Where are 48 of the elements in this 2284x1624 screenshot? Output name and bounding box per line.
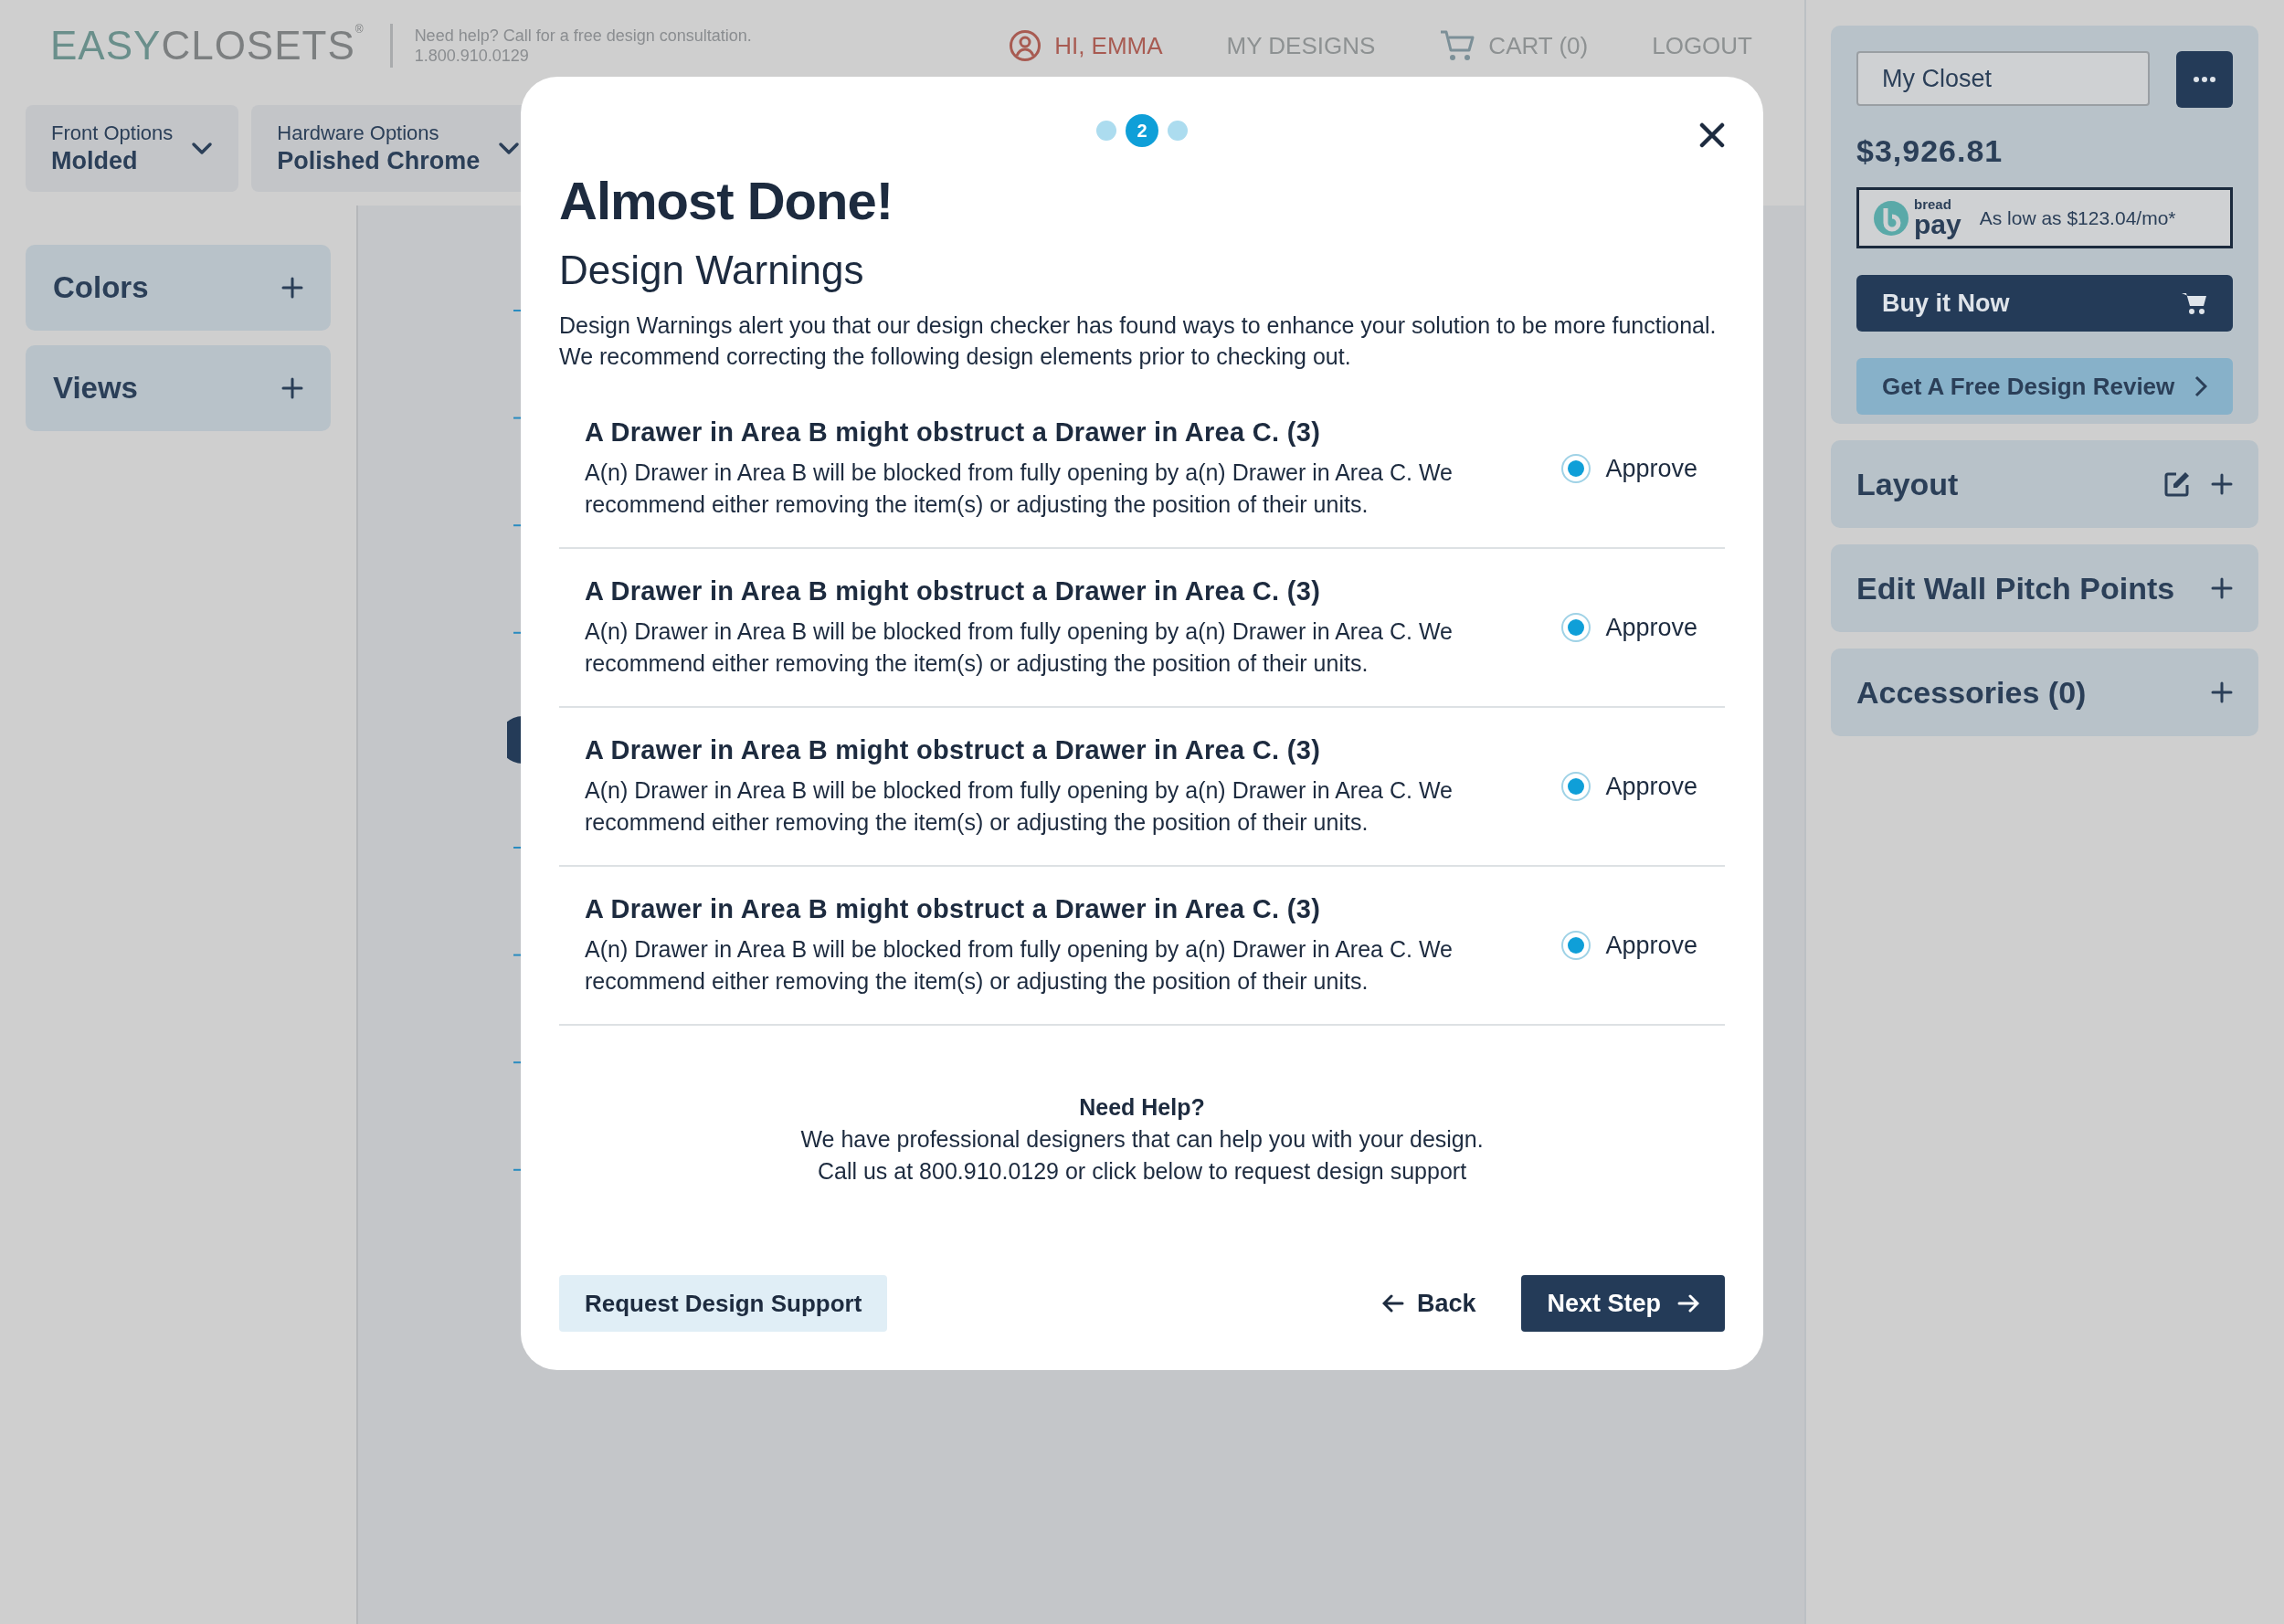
approve-radio[interactable]: Approve [1561,454,1697,483]
financing-text: As low as $123.04/mo* [1979,206,2176,229]
approve-radio[interactable]: Approve [1561,772,1697,801]
accordion-panel[interactable]: Colors [26,245,331,331]
buy-now-button[interactable]: Buy it Now [1856,275,2233,332]
back-button[interactable]: Back [1376,1288,1482,1319]
help-text: Need help? Call for a free design consultation. [414,26,752,46]
phone-number: 1.800.910.0129 [414,46,530,66]
step-indicator: 2 [1126,114,1158,147]
warning-title: A Drawer in Area B might obstruct a Drawer in Area C. (3) [585,575,1322,606]
design-name-field[interactable]: My Closet [1856,51,2150,106]
dropdown-label: Front Options [51,121,174,145]
section-heading: Design Warnings [559,248,865,293]
help-text: Call us at 800.910.0129 or click below to request design support [817,1157,1467,1186]
accordion-panel[interactable]: Layout [1831,440,2258,528]
panel-title: Layout [1856,466,1960,502]
warning-description: A(n) Drawer in Area B will be blocked from fully opening by a(n) Drawer in Area C. We recommend either removing the item(s) or adjusting the position of their units. [585,934,1454,996]
brand-text: bread [1914,197,1952,211]
dropdown-label: Hardware Options [277,121,440,145]
price: $3,926.81 [1856,133,2004,169]
approve-radio[interactable]: Approve [1561,931,1697,960]
warning-description: A(n) Drawer in Area B will be blocked from fully opening by a(n) Drawer in Area C. We recommend either removing the item(s) or adjusting the position of their units. [585,617,1454,678]
warning-description: A(n) Drawer in Area B will be blocked from fully opening by a(n) Drawer in Area C. We recommend either removing the item(s) or adjusting the position of their units. [585,775,1454,837]
intro-text: Design Warnings alert you that our design checker has found ways to enhance your solution to be more functional. We recommend correcting the following design elements prior to checking out. [559,311,1718,371]
design-review-button[interactable]: Get A Free Design Review [1856,358,2233,415]
option-dropdown[interactable]: Front Options Molded [26,105,239,192]
next-step-button[interactable]: Next Step [1521,1275,1725,1332]
help-title: Need Help? [1079,1093,1205,1122]
nav-link[interactable]: HI, EMMA [1009,29,1163,62]
financing-banner[interactable]: bread pay As low as $123.04/mo* [1856,187,2233,248]
warning-description: A(n) Drawer in Area B will be blocked from fully opening by a(n) Drawer in Area C. We recommend either removing the item(s) or adjusting the position of their units. [585,458,1454,519]
warning-title: A Drawer in Area B might obstruct a Drawer in Area C. (3) [585,734,1322,765]
approve-radio[interactable]: Approve [1561,613,1697,642]
panel-title: Accessories (0) [1856,674,2088,711]
dropdown-value: Polished Chrome [277,147,481,175]
panel-title: Edit Wall Pitch Points [1856,570,2176,606]
warning-title: A Drawer in Area B might obstruct a Drawer in Area C. (3) [585,893,1322,924]
brand-name: pay [1914,211,1961,238]
help-text: We have professional designers that can help you with your design. [800,1125,1484,1154]
warning-title: A Drawer in Area B might obstruct a Drawer in Area C. (3) [585,417,1322,448]
accordion-panel[interactable]: Edit Wall Pitch Points [1831,544,2258,632]
request-support-button[interactable]: Request Design Support [559,1275,888,1332]
dropdown-value: Molded [51,147,139,175]
dialog-title: Almost Done! [559,170,894,231]
accordion-panel[interactable]: Views [26,345,331,431]
panel-title: Views [53,371,139,406]
panel-title: Colors [53,270,150,305]
accordion-panel[interactable]: Accessories (0) [1831,649,2258,736]
